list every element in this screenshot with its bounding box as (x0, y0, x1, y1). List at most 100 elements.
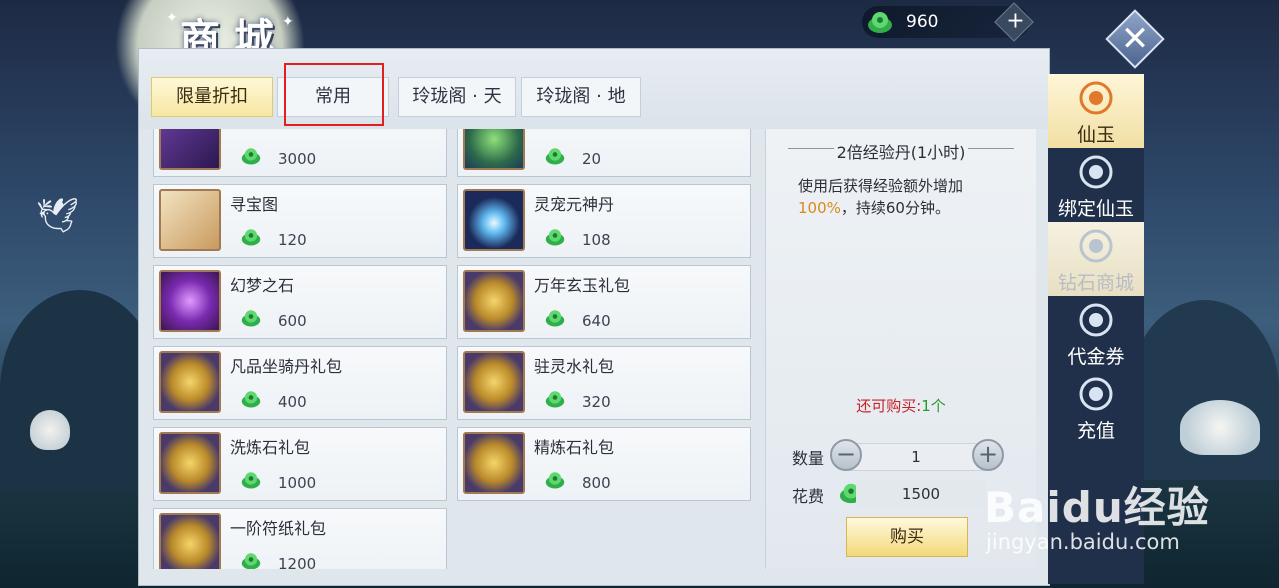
quantity-plus-button[interactable]: + (972, 439, 1004, 471)
currency-value: 960 (906, 12, 939, 32)
jade-currency-icon (241, 391, 261, 408)
sidebar-label: 代金券 (1067, 346, 1125, 368)
quantity-label: 数量 (792, 449, 825, 468)
item-price: 600 (278, 312, 307, 330)
item-name: 一阶符纸礼包 (230, 519, 327, 538)
watermark-text: Baidu经验 (984, 483, 1210, 532)
item-name: 幻梦之石 (230, 276, 295, 295)
jade-currency-icon (241, 229, 261, 246)
shop-item-card[interactable]: 20 (457, 129, 751, 177)
plus-icon: + (1006, 8, 1025, 34)
quantity-minus-button[interactable]: − (830, 439, 862, 471)
spirit-drop-icon (463, 189, 525, 251)
diamond-shop-icon (1079, 229, 1113, 263)
jade-currency-icon (545, 472, 565, 489)
shop-item-card[interactable]: 幻梦之石 600 (153, 265, 447, 339)
item-name: 寻宝图 (230, 195, 279, 214)
remain-label: 还可购买: (856, 397, 922, 415)
shop-item-card[interactable]: 万年玄玉礼包 640 (457, 265, 751, 339)
jade-currency-icon (545, 229, 565, 246)
crane-decoration: 🕊 (36, 196, 80, 236)
item-name: 洗炼石礼包 (230, 438, 311, 457)
recharge-icon (1079, 377, 1113, 411)
gold-chest-icon (159, 513, 221, 569)
voucher-icon (1079, 303, 1113, 337)
sparkle-icon: ✦ (282, 14, 294, 30)
sidebar-label: 仙玉 (1076, 124, 1115, 146)
gold-chest-icon (159, 432, 221, 494)
tab-bar: 限量折扣 常用 玲珑阁 · 天 玲珑阁 · 地 (139, 49, 1049, 129)
sidebar-label: 钻石商城 (1057, 272, 1134, 294)
item-name: 驻灵水礼包 (534, 357, 615, 376)
gold-chest-icon (463, 351, 525, 413)
item-name: 灵宠元神丹 (534, 195, 615, 214)
gold-chest-icon (463, 270, 525, 332)
buy-button[interactable]: 购买 (846, 517, 968, 557)
tab-linglong-di[interactable]: 玲珑阁 · 地 (521, 77, 641, 117)
close-icon: ✕ (1120, 19, 1150, 59)
jade-currency-icon (545, 310, 565, 327)
sidebar-item-jade-coin[interactable]: 仙玉 (1048, 74, 1144, 148)
cost-value: 1500 (856, 481, 986, 507)
baidu-watermark: Baidu经验 jingyan.baidu.com (980, 470, 1260, 580)
purple-crystal-icon (159, 270, 221, 332)
shop-item-card[interactable]: 驻灵水礼包 320 (457, 346, 751, 420)
tab-linglong-tian[interactable]: 玲珑阁 · 天 (398, 77, 516, 117)
item-price: 640 (582, 312, 611, 330)
sparkle-icon: ✦ (166, 10, 178, 26)
item-list[interactable]: 3000 20 寻宝图 120 灵宠元神丹 108 幻梦之石 600 万年玄玉礼包 640 凡品坐骑… (153, 129, 758, 569)
detail-description: 使用后获得经验额外增加 100%，持续60分钟。 (798, 175, 1018, 219)
jade-currency-icon (868, 12, 892, 33)
shop-item-card[interactable]: 洗炼石礼包 1000 (153, 427, 447, 501)
desc-percent: 100% (798, 199, 841, 217)
sidebar-item-recharge[interactable]: 充值 (1048, 370, 1144, 444)
jade-coin-icon (1079, 81, 1113, 115)
sidebar-item-voucher[interactable]: 代金券 (1048, 296, 1144, 370)
purple-relic-icon (159, 129, 221, 170)
gold-chest-icon (159, 351, 221, 413)
desc-prefix: 使用后获得经验额外增加 (798, 177, 964, 195)
shop-panel: 限量折扣 常用 玲珑阁 · 天 玲珑阁 · 地 3000 20 寻宝图 120 灵宠元神… (138, 48, 1050, 586)
jade-currency-icon (241, 310, 261, 327)
jade-currency-icon (241, 148, 261, 165)
shop-item-card[interactable]: 凡品坐骑丹礼包 400 (153, 346, 447, 420)
item-name: 精炼石礼包 (534, 438, 615, 457)
item-price: 400 (278, 393, 307, 411)
jade-currency-icon (241, 472, 261, 489)
shop-item-card[interactable]: 寻宝图 120 (153, 184, 447, 258)
mountain-decoration (0, 290, 160, 490)
desc-suffix: ，持续60分钟。 (840, 199, 950, 217)
item-price: 320 (582, 393, 611, 411)
remain-count: 1个 (921, 397, 946, 415)
detail-title: 2倍经验丹(1小时) (836, 143, 966, 162)
item-price: 108 (582, 231, 611, 249)
sidebar-item-diamond-shop[interactable]: 钻石商城 (1048, 222, 1144, 296)
jade-currency-icon (545, 148, 565, 165)
item-name: 凡品坐骑丹礼包 (230, 357, 343, 376)
sidebar-item-bound-jade[interactable]: 绑定仙玉 (1048, 148, 1144, 222)
item-price: 800 (582, 474, 611, 492)
shop-item-card[interactable]: 3000 (153, 129, 447, 177)
close-button[interactable]: ✕ (1105, 9, 1165, 69)
item-name: 万年玄玉礼包 (534, 276, 631, 295)
sidebar-label: 充值 (1076, 420, 1115, 442)
watermark-url: jingyan.baidu.com (986, 530, 1180, 554)
shop-item-card[interactable]: 一阶符纸礼包 1200 (153, 508, 447, 569)
item-price: 3000 (278, 150, 317, 168)
cost-label: 花费 (792, 487, 825, 506)
item-price: 120 (278, 231, 307, 249)
shop-item-card[interactable]: 灵宠元神丹 108 (457, 184, 751, 258)
quantity-value[interactable]: 1 (846, 443, 986, 471)
item-price: 1000 (278, 474, 317, 492)
purchase-limit: 还可购买:1个 (766, 395, 1036, 416)
sidebar-label: 绑定仙玉 (1057, 198, 1134, 220)
jade-currency-icon (545, 391, 565, 408)
lotus-decoration (1180, 400, 1260, 455)
green-orb-icon (463, 129, 525, 170)
shop-item-card[interactable]: 精炼石礼包 800 (457, 427, 751, 501)
jade-currency-icon (241, 553, 261, 569)
tab-limited-discount[interactable]: 限量折扣 (151, 77, 273, 117)
gold-chest-icon (463, 432, 525, 494)
item-price: 1200 (278, 555, 317, 569)
item-price: 20 (582, 150, 602, 168)
